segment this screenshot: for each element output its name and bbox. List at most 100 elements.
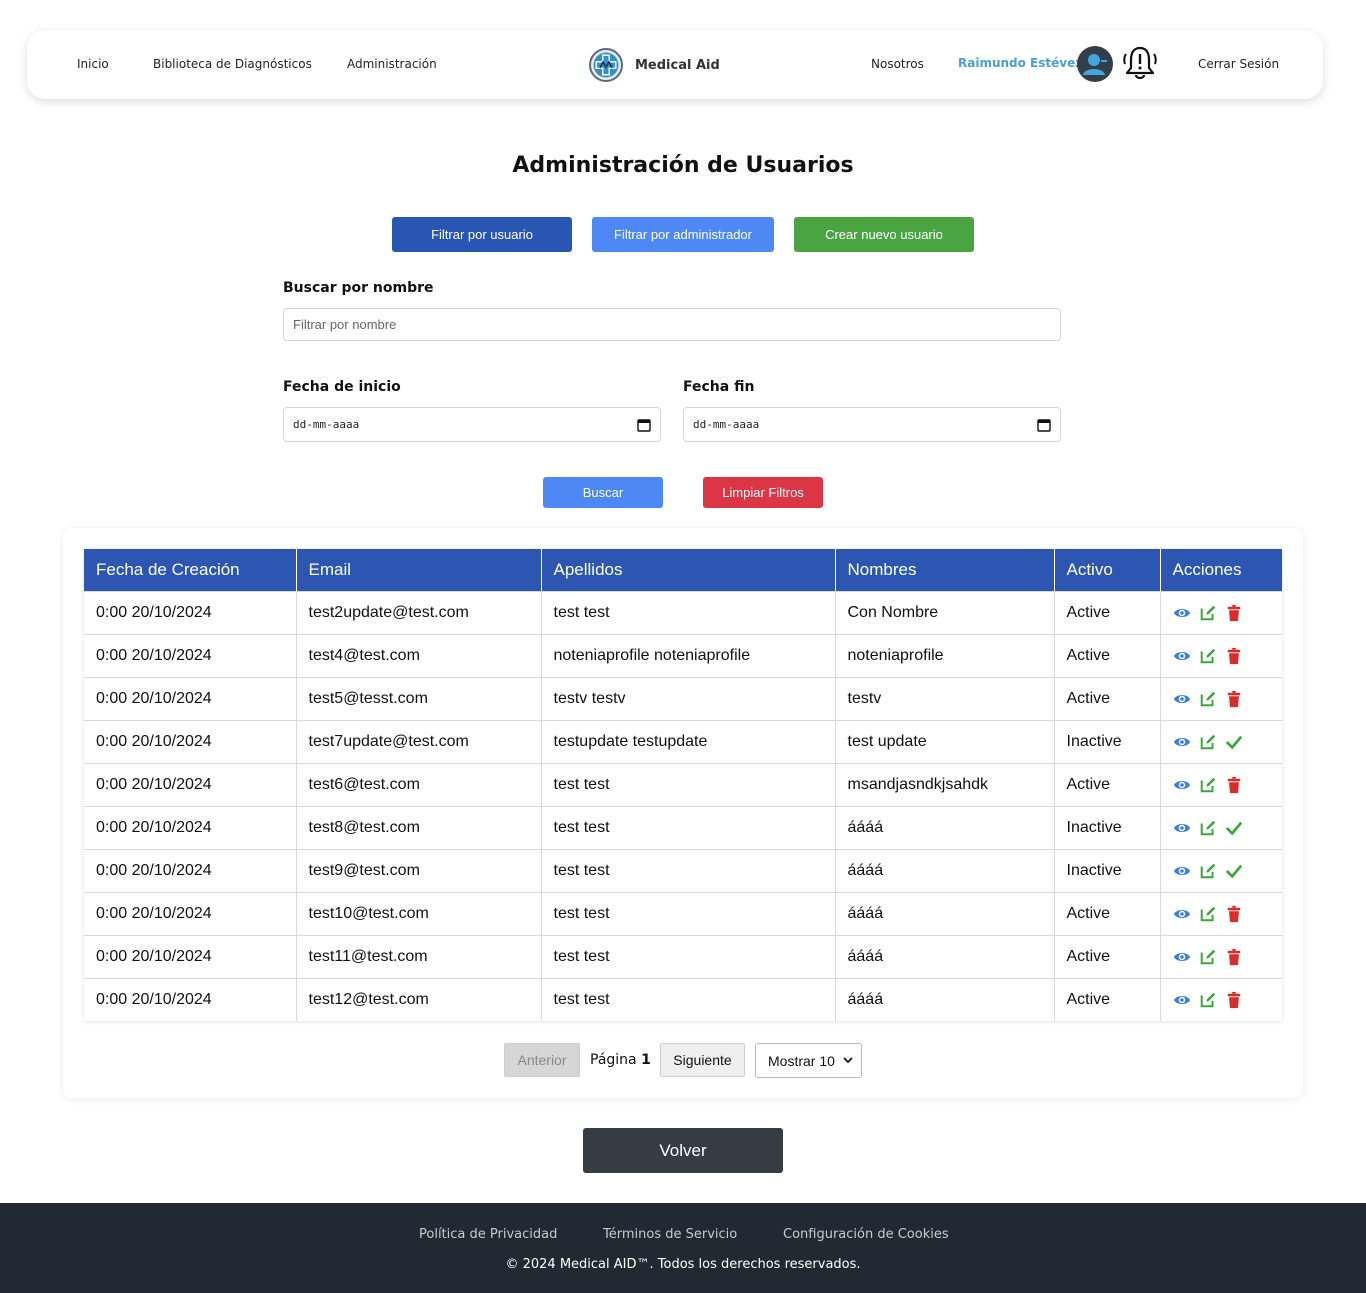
cell-email: test11@test.com — [296, 934, 542, 978]
calendar-icon[interactable] — [637, 418, 651, 432]
start-date-input[interactable]: dd-mm-aaaa — [283, 407, 661, 442]
trash-icon[interactable] — [1225, 604, 1243, 622]
edit-icon[interactable] — [1199, 905, 1217, 923]
trash-icon[interactable] — [1225, 690, 1243, 708]
previous-page-button[interactable]: Anterior — [504, 1043, 580, 1077]
nav-link-nosotros[interactable]: Nosotros — [871, 57, 924, 71]
eye-icon[interactable] — [1173, 948, 1191, 966]
edit-icon[interactable] — [1199, 733, 1217, 751]
edit-icon[interactable] — [1199, 819, 1217, 837]
cell-nombres: áááá — [835, 805, 1055, 849]
cell-apellidos: test test — [541, 762, 836, 806]
eye-icon[interactable] — [1173, 819, 1191, 837]
cell-nombres: áááá — [835, 977, 1055, 1021]
table-row: 0:00 20/10/2024 test12@test.com test test á… — [84, 977, 1282, 1021]
users-table: Fecha de Creación Email Apellidos Nombre… — [84, 549, 1282, 1021]
cell-activo: Inactive — [1054, 719, 1161, 763]
table-row: 0:00 20/10/2024 test2update@test.com test … — [84, 590, 1282, 634]
eye-icon[interactable] — [1173, 690, 1191, 708]
page-title: Administración de Usuarios — [512, 153, 854, 178]
cell-acciones — [1160, 977, 1282, 1021]
eye-icon[interactable] — [1173, 776, 1191, 794]
cell-acciones — [1160, 719, 1282, 763]
bell-alert-icon[interactable] — [1122, 44, 1158, 82]
table-row: 0:00 20/10/2024 test8@test.com test test áá… — [84, 805, 1282, 849]
edit-icon[interactable] — [1199, 862, 1217, 880]
edit-icon[interactable] — [1199, 776, 1217, 794]
next-page-button[interactable]: Siguiente — [660, 1043, 745, 1077]
eye-icon[interactable] — [1173, 862, 1191, 880]
cell-fecha: 0:00 20/10/2024 — [84, 977, 297, 1021]
calendar-icon[interactable] — [1037, 418, 1051, 432]
eye-icon[interactable] — [1173, 905, 1191, 923]
check-icon[interactable] — [1225, 862, 1243, 880]
col-header-email: Email — [296, 549, 542, 591]
start-date-label: Fecha de inicio — [283, 379, 401, 395]
table-row: 0:00 20/10/2024 test9@test.com test test áá… — [84, 848, 1282, 892]
cell-apellidos: noteniaprofile noteniaprofile — [541, 633, 836, 677]
cell-fecha: 0:00 20/10/2024 — [84, 719, 297, 763]
cell-nombres: test update — [835, 719, 1055, 763]
edit-icon[interactable] — [1199, 647, 1217, 665]
edit-icon[interactable] — [1199, 690, 1217, 708]
cell-email: test6@test.com — [296, 762, 542, 806]
filter-by-user-button[interactable]: Filtrar por usuario — [392, 217, 572, 252]
back-button[interactable]: Volver — [583, 1128, 783, 1173]
brand[interactable]: Medical Aid — [589, 47, 720, 83]
copyright-text: © 2024 Medical AID™. Todos los derechos … — [505, 1257, 861, 1272]
cell-email: test7update@test.com — [296, 719, 542, 763]
chevron-down-icon — [843, 1057, 853, 1064]
create-user-button[interactable]: Crear nuevo usuario — [794, 217, 974, 252]
search-button[interactable]: Buscar — [543, 477, 663, 508]
end-date-placeholder: dd-mm-aaaa — [693, 418, 760, 431]
table-row: 0:00 20/10/2024 test11@test.com test test á… — [84, 934, 1282, 978]
trash-icon[interactable] — [1225, 948, 1243, 966]
cell-activo: Active — [1054, 676, 1161, 720]
check-icon[interactable] — [1225, 819, 1243, 837]
logout-link[interactable]: Cerrar Sesión — [1198, 57, 1279, 71]
trash-icon[interactable] — [1225, 905, 1243, 923]
trash-icon[interactable] — [1225, 647, 1243, 665]
eye-icon[interactable] — [1173, 991, 1191, 1009]
cell-nombres: áááá — [835, 891, 1055, 935]
check-icon[interactable] — [1225, 733, 1243, 751]
eye-icon[interactable] — [1173, 647, 1191, 665]
edit-icon[interactable] — [1199, 991, 1217, 1009]
cell-nombres: Con Nombre — [835, 590, 1055, 634]
filter-by-admin-button[interactable]: Filtrar por administrador — [592, 217, 774, 252]
cell-fecha: 0:00 20/10/2024 — [84, 848, 297, 892]
page-size-select[interactable]: Mostrar 10 — [755, 1043, 862, 1078]
edit-icon[interactable] — [1199, 948, 1217, 966]
avatar[interactable] — [1077, 46, 1113, 82]
cell-acciones — [1160, 676, 1282, 720]
table-row: 0:00 20/10/2024 test7update@test.com testu… — [84, 719, 1282, 763]
nav-link-biblioteca[interactable]: Biblioteca de Diagnósticos — [153, 57, 312, 71]
col-header-acciones: Acciones — [1160, 549, 1282, 591]
cell-acciones — [1160, 762, 1282, 806]
eye-icon[interactable] — [1173, 733, 1191, 751]
trash-icon[interactable] — [1225, 776, 1243, 794]
cell-email: test10@test.com — [296, 891, 542, 935]
cell-apellidos: test test — [541, 805, 836, 849]
cell-apellidos: testupdate testupdate — [541, 719, 836, 763]
nav-link-administracion[interactable]: Administración — [347, 57, 437, 71]
trash-icon[interactable] — [1225, 991, 1243, 1009]
cookie-settings-link[interactable]: Configuración de Cookies — [783, 1227, 949, 1242]
cell-acciones — [1160, 805, 1282, 849]
edit-icon[interactable] — [1199, 604, 1217, 622]
eye-icon[interactable] — [1173, 604, 1191, 622]
cell-acciones — [1160, 633, 1282, 677]
user-avatar-icon — [1083, 54, 1107, 75]
medical-logo-icon — [589, 48, 623, 82]
col-header-nombres: Nombres — [835, 549, 1055, 591]
cell-nombres: testv — [835, 676, 1055, 720]
terms-link[interactable]: Términos de Servicio — [603, 1227, 737, 1242]
clear-filters-button[interactable]: Limpiar Filtros — [703, 477, 823, 508]
nav-link-inicio[interactable]: Inicio — [77, 57, 109, 71]
cell-activo: Active — [1054, 633, 1161, 677]
cell-nombres: áááá — [835, 934, 1055, 978]
search-input[interactable]: Filtrar por nombre — [283, 308, 1061, 341]
end-date-input[interactable]: dd-mm-aaaa — [683, 407, 1061, 442]
user-name[interactable]: Raimundo Estévez — [958, 56, 1082, 70]
privacy-policy-link[interactable]: Política de Privacidad — [419, 1227, 557, 1242]
